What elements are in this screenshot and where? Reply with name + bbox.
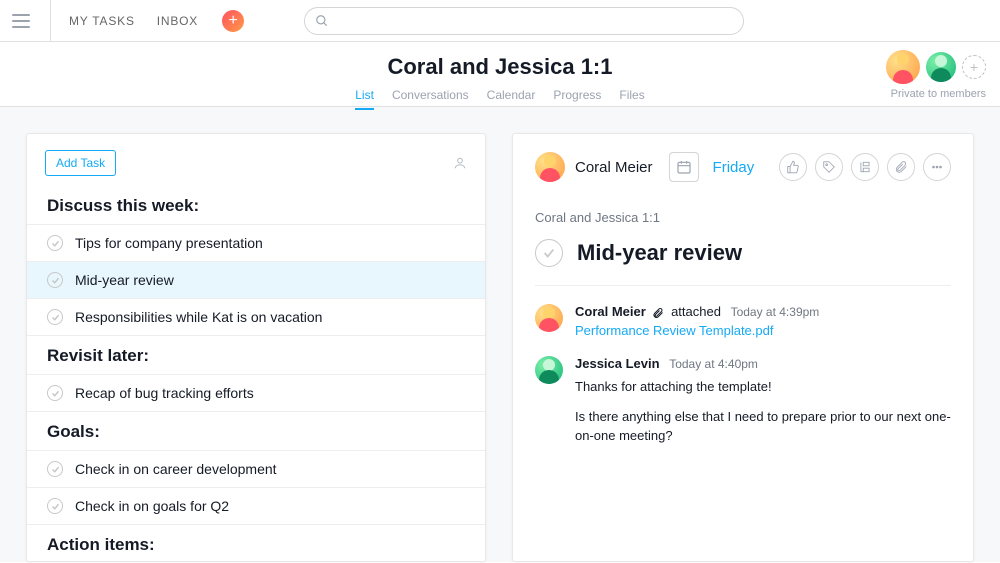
nav-inbox[interactable]: INBOX xyxy=(157,14,198,28)
add-button[interactable]: + xyxy=(222,10,244,32)
detail-header: Coral Meier Friday xyxy=(535,152,951,182)
task-label: Responsibilities while Kat is on vacatio… xyxy=(75,309,322,325)
project-title: Coral and Jessica 1:1 xyxy=(0,42,1000,80)
comment-body: Thanks for attaching the template! Is th… xyxy=(575,377,951,446)
subtask-icon[interactable] xyxy=(851,153,879,181)
project-members: + xyxy=(886,50,986,84)
complete-icon[interactable] xyxy=(47,498,63,514)
activity-row: Jessica Levin Today at 4:40pm Thanks for… xyxy=(535,356,951,456)
activity-action: attached xyxy=(671,304,721,319)
complete-icon[interactable] xyxy=(47,272,63,288)
clip-icon xyxy=(652,307,664,319)
detail-actions xyxy=(779,153,951,181)
tab-progress[interactable]: Progress xyxy=(553,88,601,110)
avatar[interactable] xyxy=(535,356,563,384)
privacy-label: Private to members xyxy=(891,88,986,100)
project-header: Coral and Jessica 1:1 List Conversations… xyxy=(0,42,1000,107)
task-label: Check in on goals for Q2 xyxy=(75,498,229,514)
more-icon[interactable] xyxy=(923,153,951,181)
assignee-name[interactable]: Coral Meier xyxy=(575,159,653,176)
assignee-avatar[interactable] xyxy=(535,152,565,182)
avatar-jessica[interactable] xyxy=(926,52,956,82)
content: Add Task Discuss this week: Tips for com… xyxy=(0,107,1000,562)
task-row[interactable]: Check in on goals for Q2 xyxy=(27,487,485,524)
activity-time: Today at 4:40pm xyxy=(669,357,758,371)
add-member-button[interactable]: + xyxy=(962,55,986,79)
detail-title[interactable]: Mid-year review xyxy=(577,240,742,266)
task-row[interactable]: Recap of bug tracking efforts xyxy=(27,374,485,411)
section-header[interactable]: Discuss this week: xyxy=(27,186,485,224)
tab-conversations[interactable]: Conversations xyxy=(392,88,469,110)
due-date[interactable]: Friday xyxy=(713,159,755,176)
task-detail-panel: Coral Meier Friday Coral and Jessica 1:1… xyxy=(512,133,974,562)
activity-time: Today at 4:39pm xyxy=(731,305,820,319)
nav-my-tasks[interactable]: MY TASKS xyxy=(69,14,135,28)
tab-list[interactable]: List xyxy=(355,88,374,110)
search-icon xyxy=(315,14,329,28)
tag-icon[interactable] xyxy=(815,153,843,181)
complete-task-icon[interactable] xyxy=(535,239,563,267)
due-date-icon[interactable] xyxy=(669,152,699,182)
complete-icon[interactable] xyxy=(47,461,63,477)
activity-author: Jessica Levin xyxy=(575,356,660,371)
task-label: Recap of bug tracking efforts xyxy=(75,385,254,401)
like-icon[interactable] xyxy=(779,153,807,181)
activity-row: Coral Meier attached Today at 4:39pm Per… xyxy=(535,304,951,338)
task-row[interactable]: Responsibilities while Kat is on vacatio… xyxy=(27,298,485,335)
task-label: Tips for company presentation xyxy=(75,235,263,251)
section-header[interactable]: Goals: xyxy=(27,411,485,450)
avatar[interactable] xyxy=(535,304,563,332)
task-label: Mid-year review xyxy=(75,272,174,288)
activity-author: Coral Meier xyxy=(575,304,646,319)
add-task-button[interactable]: Add Task xyxy=(45,150,116,176)
task-row[interactable]: Check in on career development xyxy=(27,450,485,487)
task-row[interactable]: Mid-year review xyxy=(27,261,485,298)
task-label: Check in on career development xyxy=(75,461,277,477)
search-input[interactable] xyxy=(304,7,744,35)
section-header[interactable]: Action items: xyxy=(27,524,485,563)
complete-icon[interactable] xyxy=(47,309,63,325)
task-list-panel: Add Task Discuss this week: Tips for com… xyxy=(26,133,486,562)
project-tabs: List Conversations Calendar Progress Fil… xyxy=(0,88,1000,110)
complete-icon[interactable] xyxy=(47,235,63,251)
assignee-filter-icon[interactable] xyxy=(453,156,467,170)
breadcrumb[interactable]: Coral and Jessica 1:1 xyxy=(535,210,951,225)
attachment-link[interactable]: Performance Review Template.pdf xyxy=(575,323,951,338)
section-header[interactable]: Revisit later: xyxy=(27,335,485,374)
detail-title-row: Mid-year review xyxy=(535,239,951,286)
attachment-icon[interactable] xyxy=(887,153,915,181)
tab-calendar[interactable]: Calendar xyxy=(487,88,536,110)
avatar-coral[interactable] xyxy=(886,50,920,84)
divider xyxy=(50,0,51,42)
menu-icon[interactable] xyxy=(10,10,32,32)
task-row[interactable]: Tips for company presentation xyxy=(27,224,485,261)
topbar: MY TASKS INBOX + xyxy=(0,0,1000,42)
tab-files[interactable]: Files xyxy=(619,88,644,110)
complete-icon[interactable] xyxy=(47,385,63,401)
